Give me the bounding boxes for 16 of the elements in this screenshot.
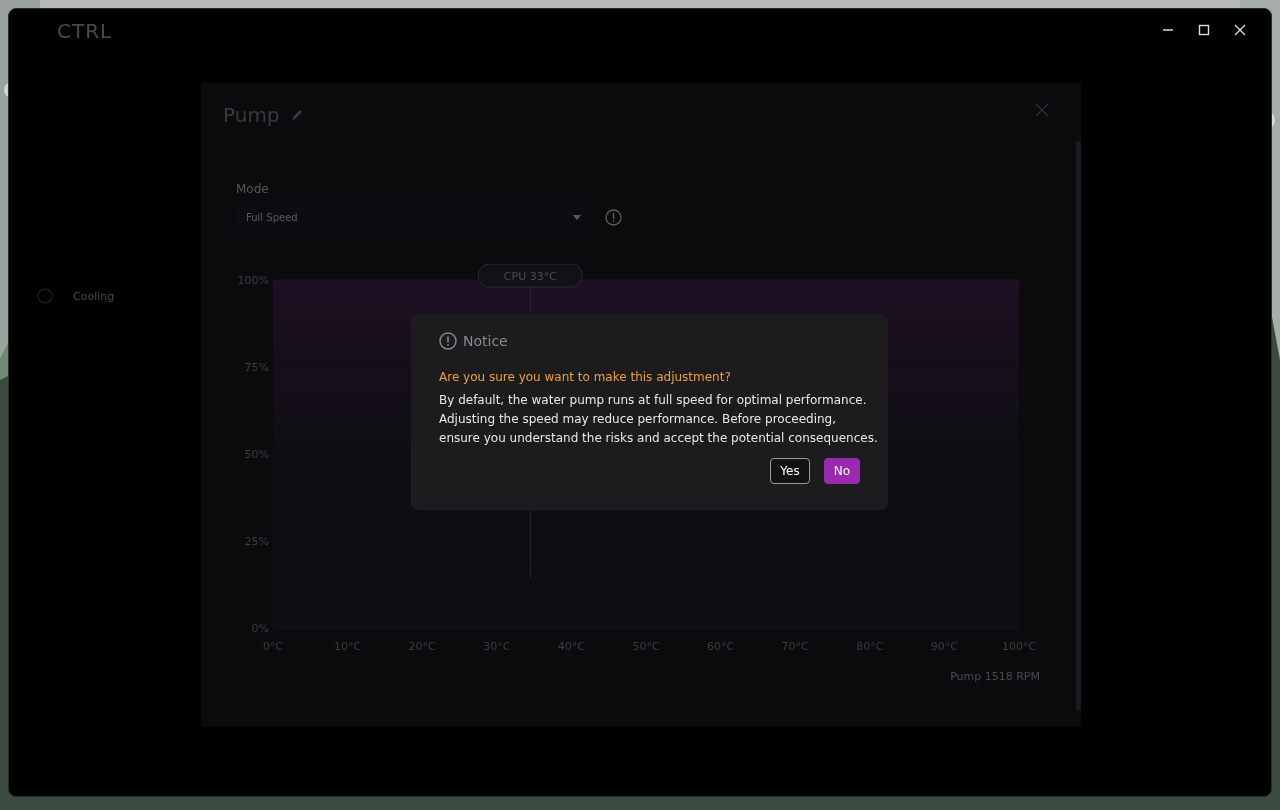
dialog-title: Notice [463,333,508,349]
confirm-button[interactable]: No [823,458,860,484]
dialog-message: By default, the water pump runs at full speed for optimal performance. Adjusting the speed may reduce performance. Before proceeding, ensure you understand the risks and accept the potential consequences. [439,392,879,447]
cpu-temperature-badge: CPU 33°C [477,264,583,288]
info-icon[interactable] [605,208,622,226]
pencil-icon[interactable] [289,108,304,122]
annotation: CPU 33°C [503,270,558,283]
pump-speed-reading: Pump 1518 RPM [950,670,1040,683]
dialog-question: Are you sure you want to make this adjustment? [439,370,732,384]
caret-icon [573,214,581,220]
dialog-button[interactable]: Yes [770,458,810,484]
app-logo: CTRL [57,19,114,43]
scrollbar[interactable] [1076,141,1081,711]
maximize-icon[interactable] [1198,24,1210,36]
mode-label: Mode [236,182,270,196]
info-icon [439,332,457,350]
